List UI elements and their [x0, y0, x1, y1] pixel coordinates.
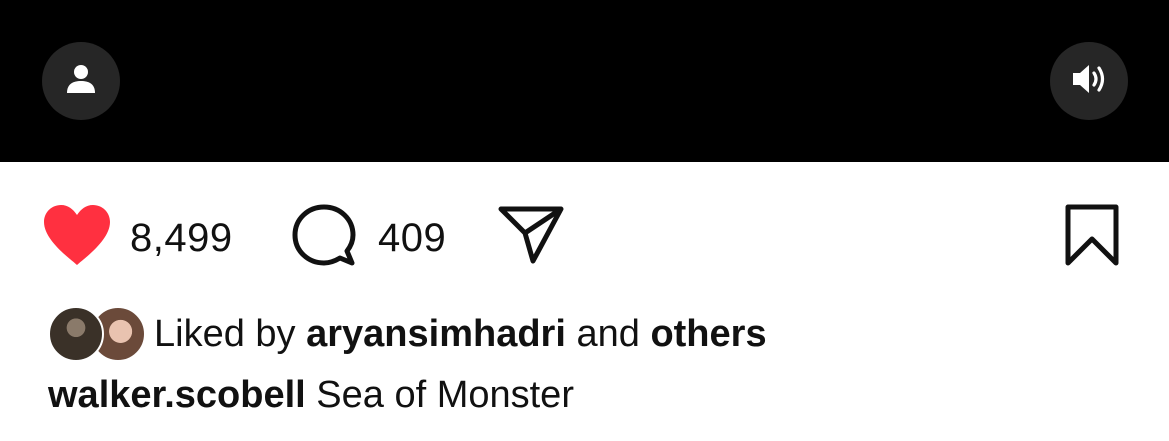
caption-username[interactable]: walker.scobell	[48, 374, 306, 416]
liked-by-prefix: Liked by	[154, 313, 296, 355]
comment-bubble-icon	[292, 203, 356, 272]
paper-plane-icon	[497, 205, 565, 270]
liker-username[interactable]: aryansimhadri	[306, 313, 566, 355]
person-icon	[64, 62, 98, 101]
post-caption: walker.scobell Sea of Monster	[48, 376, 574, 414]
liked-by-others-link[interactable]: others	[650, 313, 766, 355]
like-count[interactable]: 8,499	[130, 218, 233, 258]
tagged-people-button[interactable]	[42, 42, 120, 120]
caption-text: Sea of Monster	[316, 374, 574, 416]
avatar[interactable]	[48, 306, 104, 362]
comment-button[interactable]: 409	[292, 203, 446, 272]
speaker-on-icon	[1070, 62, 1108, 101]
liked-by-text: Liked by aryansimhadri and others	[154, 315, 767, 353]
liker-avatars[interactable]	[48, 306, 146, 362]
like-button[interactable]: 8,499	[42, 203, 233, 272]
liked-by-connector: and	[576, 313, 640, 355]
share-button[interactable]	[497, 205, 565, 270]
liked-by-row[interactable]: Liked by aryansimhadri and others	[48, 306, 767, 362]
heart-filled-icon	[42, 203, 112, 272]
video-player[interactable]	[0, 0, 1169, 162]
bookmark-icon	[1064, 203, 1120, 272]
save-button[interactable]	[1064, 203, 1120, 272]
comment-count[interactable]: 409	[378, 218, 446, 258]
post-actions-bar: 8,499 409	[0, 195, 1169, 275]
sound-toggle-button[interactable]	[1050, 42, 1128, 120]
